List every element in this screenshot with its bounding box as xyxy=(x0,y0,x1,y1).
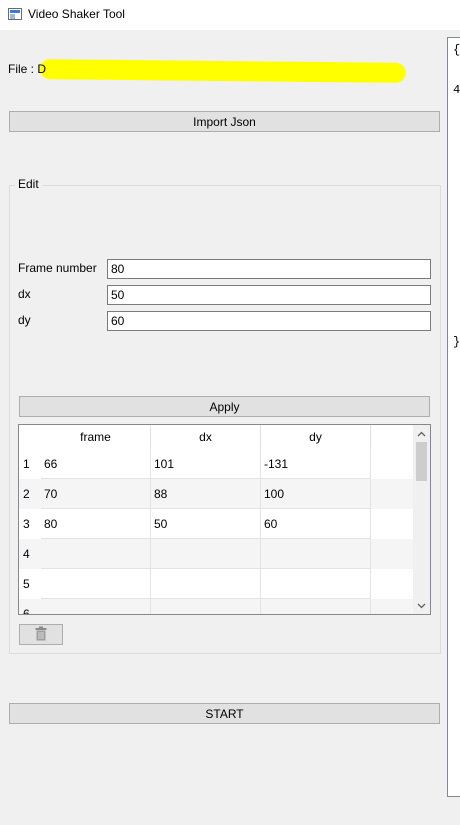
title-bar: Video Shaker Tool xyxy=(0,0,460,30)
cell-dx[interactable] xyxy=(151,599,261,614)
table-row[interactable]: 6 xyxy=(19,599,413,615)
json-close-brace: } xyxy=(453,335,460,349)
redaction-highlight xyxy=(39,59,407,83)
cell-frame[interactable]: 80 xyxy=(41,509,151,539)
dx-label: dx xyxy=(18,287,31,301)
cell-dy[interactable] xyxy=(261,569,371,599)
row-number: 2 xyxy=(23,487,30,501)
table-row[interactable]: 3 80 50 60 xyxy=(19,509,413,539)
file-path-label: File : D xyxy=(8,62,47,76)
column-header-dy[interactable]: dy xyxy=(261,425,371,449)
cell-frame[interactable] xyxy=(41,539,151,569)
chevron-down-icon[interactable] xyxy=(413,597,430,614)
scrollbar-thumb[interactable] xyxy=(416,442,427,481)
cell-dx[interactable] xyxy=(151,539,261,569)
dx-input[interactable]: 50 xyxy=(107,285,431,305)
cell-dx[interactable] xyxy=(151,569,261,599)
cell-frame[interactable]: 66 xyxy=(41,449,151,479)
chevron-up-icon[interactable] xyxy=(413,425,430,442)
delete-row-button[interactable] xyxy=(19,624,63,645)
trash-icon xyxy=(35,626,47,644)
table-row[interactable]: 2 70 88 100 xyxy=(19,479,413,509)
column-header-dx[interactable]: dx xyxy=(151,425,261,449)
frame-number-label: Frame number xyxy=(18,261,97,275)
shake-table[interactable]: frame dx dy 1 66 101 -131 2 70 88 100 3 … xyxy=(18,424,431,615)
table-vertical-scrollbar[interactable] xyxy=(413,425,430,614)
cell-dy[interactable] xyxy=(261,539,371,569)
row-number: 5 xyxy=(23,577,30,591)
row-number: 3 xyxy=(23,517,30,531)
dy-label: dy xyxy=(18,313,31,327)
json-open-brace: { xyxy=(453,43,460,57)
cell-dy[interactable] xyxy=(261,599,371,614)
cell-dy[interactable]: -131 xyxy=(261,449,371,479)
edit-group-title: Edit xyxy=(15,177,42,191)
table-row[interactable]: 4 xyxy=(19,539,413,569)
cell-dx[interactable]: 101 xyxy=(151,449,261,479)
json-line-fragment: 4 xyxy=(453,83,460,97)
window-title: Video Shaker Tool xyxy=(28,7,125,21)
cell-frame[interactable] xyxy=(41,599,151,614)
cell-frame[interactable]: 70 xyxy=(41,479,151,509)
import-json-button[interactable]: Import Json xyxy=(9,111,440,132)
table-row[interactable]: 1 66 101 -131 xyxy=(19,449,413,479)
cell-frame[interactable] xyxy=(41,569,151,599)
cell-dx[interactable]: 88 xyxy=(151,479,261,509)
json-preview-pane[interactable]: { 4 } xyxy=(447,37,460,797)
dy-input[interactable]: 60 xyxy=(107,311,431,331)
cell-dx[interactable]: 50 xyxy=(151,509,261,539)
row-number: 4 xyxy=(23,547,30,561)
frame-number-input[interactable]: 80 xyxy=(107,259,431,279)
column-header-frame[interactable]: frame xyxy=(41,425,151,449)
row-number: 1 xyxy=(23,457,30,471)
cell-dy[interactable]: 100 xyxy=(261,479,371,509)
app-window-icon xyxy=(8,8,22,20)
start-button[interactable]: START xyxy=(9,703,440,724)
apply-button[interactable]: Apply xyxy=(19,396,430,417)
cell-dy[interactable]: 60 xyxy=(261,509,371,539)
table-row[interactable]: 5 xyxy=(19,569,413,599)
row-number: 6 xyxy=(23,607,30,615)
